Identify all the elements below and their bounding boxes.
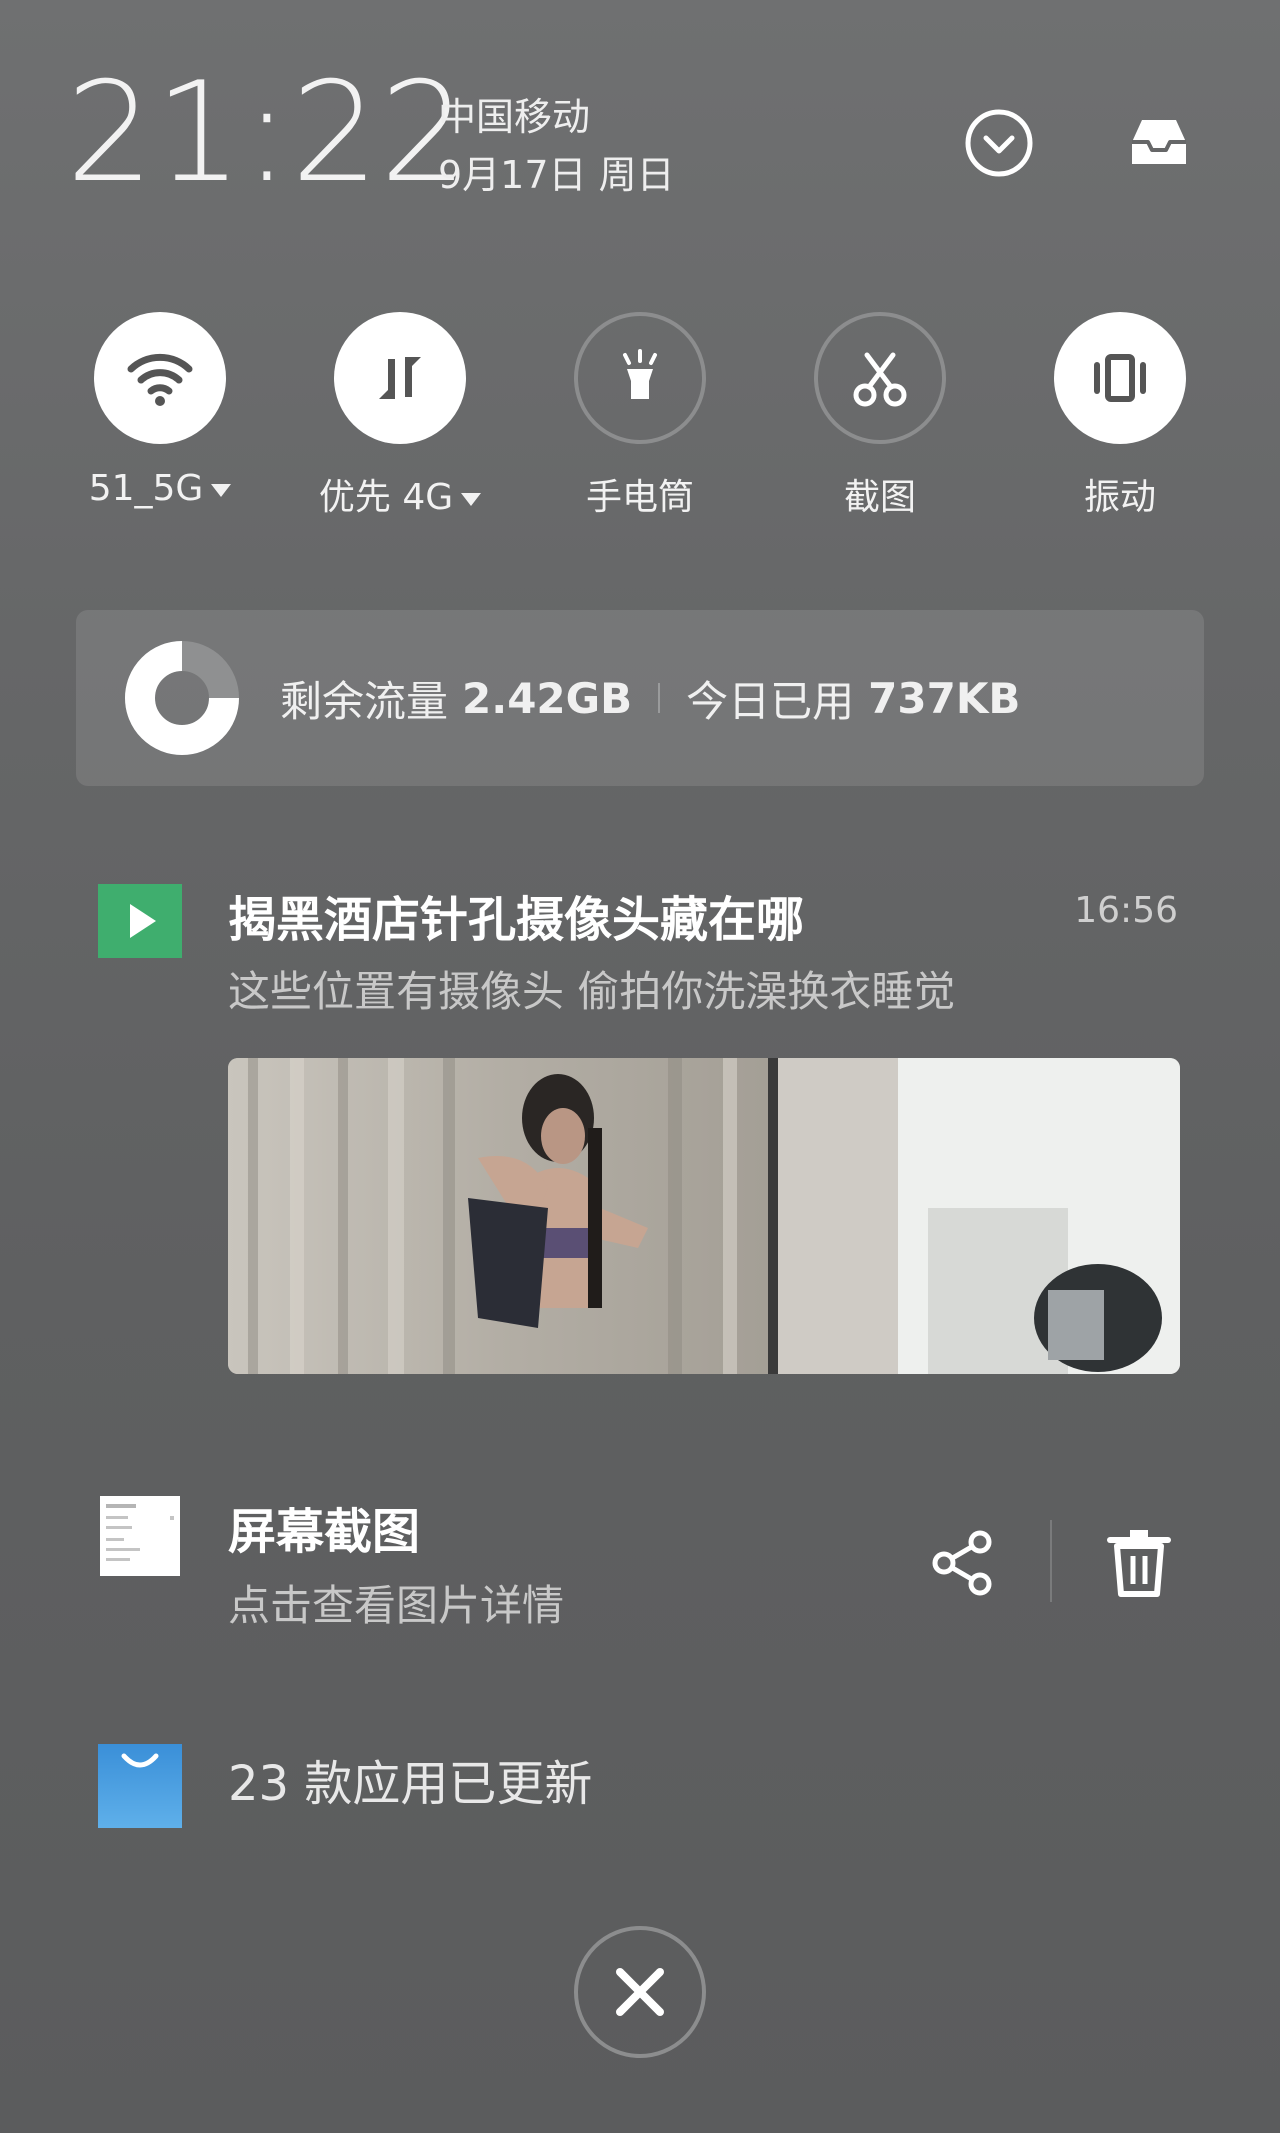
clock: 21:22 <box>66 52 469 213</box>
status-header: 21:22 中国移动 9月17日 周日 <box>0 0 1280 260</box>
notification-title: 揭黑酒店针孔摄像头藏在哪 <box>228 892 805 948</box>
toggle-flashlight[interactable]: 手电筒 <box>520 312 760 520</box>
screenshot-thumbnail-icon <box>100 1496 180 1576</box>
toggle-flashlight-label: 手电筒 <box>585 477 694 518</box>
notification-time: 16:56 <box>1074 890 1178 931</box>
trash-icon[interactable] <box>1104 1528 1174 1598</box>
vibrate-icon[interactable] <box>1054 312 1186 444</box>
date-label: 9月17日 周日 <box>438 153 675 197</box>
notification-image[interactable] <box>228 1058 1180 1374</box>
toggle-screenshot-label: 截图 <box>843 477 916 518</box>
notification-subtitle: 这些位置有摄像头 偷拍你洗澡换衣睡觉 <box>228 967 956 1016</box>
dropdown-caret-icon[interactable] <box>461 492 482 506</box>
data-usage-ring-icon <box>124 640 240 756</box>
remaining-data-label: 剩余流量 <box>280 676 449 726</box>
notification-title: 23 款应用已更新 <box>228 1756 593 1812</box>
toggle-vibrate-label: 振动 <box>1083 477 1156 518</box>
used-today-value: 737KB <box>868 673 1021 723</box>
clear-all-button[interactable] <box>574 1926 706 2058</box>
dropdown-caret-icon[interactable] <box>211 483 232 497</box>
used-today-label: 今日已用 <box>686 676 855 726</box>
data-divider <box>658 683 661 713</box>
data-usage-card[interactable]: 剩余流量 2.42GB 今日已用 737KB <box>76 610 1204 786</box>
toggle-mobile-data-label: 优先 4G <box>318 477 454 518</box>
carrier-name: 中国移动 <box>438 95 591 139</box>
action-divider <box>1050 1520 1052 1602</box>
toggle-screenshot[interactable]: 截图 <box>760 312 1000 520</box>
scissors-icon[interactable] <box>814 312 946 444</box>
inbox-icon[interactable] <box>1124 108 1194 178</box>
toggle-wifi-label: 51_5G <box>88 468 204 509</box>
carrier-date-block: 中国移动 9月17日 周日 <box>438 88 675 204</box>
toggle-mobile-data[interactable]: 优先 4G <box>280 312 520 520</box>
notification-title: 屏幕截图 <box>228 1504 421 1560</box>
close-icon <box>616 1968 664 2016</box>
app-store-icon <box>98 1744 182 1828</box>
notification-app-updates[interactable]: 23 款应用已更新 <box>0 1730 1280 1850</box>
toggle-vibrate[interactable]: 振动 <box>1000 312 1240 520</box>
chevron-down-circle-icon[interactable] <box>964 108 1034 178</box>
mobile-data-icon[interactable] <box>334 312 466 444</box>
flashlight-icon[interactable] <box>574 312 706 444</box>
remaining-data-value: 2.42GB <box>462 673 633 723</box>
wifi-icon[interactable] <box>94 312 226 444</box>
share-icon[interactable] <box>928 1528 998 1598</box>
video-play-icon <box>98 884 182 958</box>
notification-subtitle: 点击查看图片详情 <box>228 1581 565 1630</box>
notification-screenshot[interactable]: 屏幕截图 点击查看图片详情 <box>0 1480 1280 1640</box>
toggle-wifi[interactable]: 51_5G <box>40 312 280 509</box>
quick-settings-toggles: 51_5G 优先 4G 手电筒 截图 振动 <box>0 312 1280 522</box>
